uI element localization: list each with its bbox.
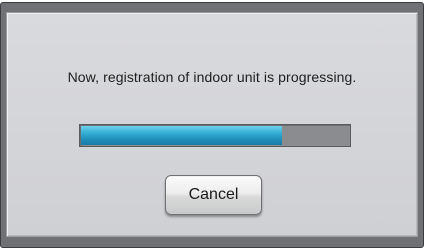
cancel-button[interactable]: Cancel <box>165 175 262 215</box>
status-message: Now, registration of indoor unit is prog… <box>67 69 357 85</box>
progress-bar-fill <box>81 126 282 145</box>
dialog-panel: Now, registration of indoor unit is prog… <box>6 12 418 237</box>
registration-dialog: Now, registration of indoor unit is prog… <box>0 2 424 248</box>
registration-progress-bar <box>79 124 351 147</box>
